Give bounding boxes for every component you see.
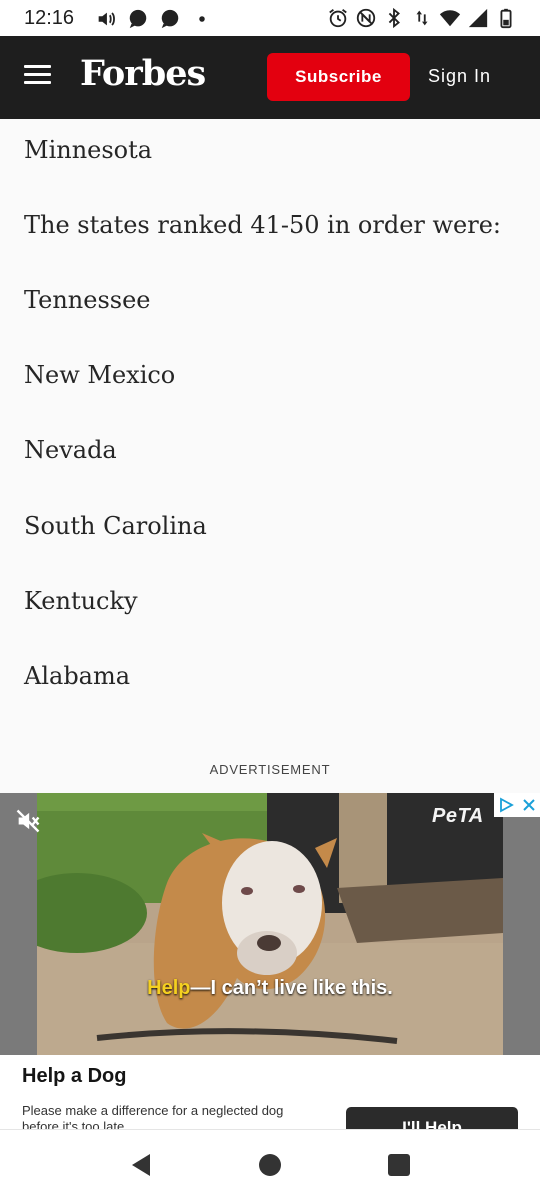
ad-title[interactable]: Help a Dog [22, 1065, 126, 1088]
article-paragraph: Kentucky [24, 587, 138, 615]
article-paragraph: Tennessee [24, 286, 151, 314]
wifi-icon [438, 6, 462, 30]
dot-icon [190, 7, 214, 31]
article-paragraph: South Carolina [24, 512, 207, 540]
back-icon[interactable] [128, 1152, 154, 1178]
close-ad-icon[interactable] [521, 797, 537, 813]
article-paragraph: Alabama [24, 662, 131, 690]
ad-cta-button[interactable]: I'll Help [346, 1107, 518, 1129]
system-icons [326, 6, 518, 30]
ad-footer[interactable]: Help a Dog Please make a difference for … [0, 1055, 540, 1129]
article-paragraph: New Mexico [24, 361, 176, 389]
nfc-icon [354, 6, 378, 30]
chat-bubble-icon [158, 7, 182, 31]
battery-icon [494, 6, 518, 30]
system-nav-bar [0, 1129, 540, 1200]
site-header: Forbes Subscribe Sign In [0, 36, 540, 119]
notification-icons [94, 7, 214, 31]
data-arrows-icon [410, 6, 434, 30]
recents-icon[interactable] [386, 1152, 412, 1178]
forbes-logo[interactable]: Forbes [80, 53, 206, 94]
subscribe-button[interactable]: Subscribe [267, 53, 410, 101]
hamburger-menu-icon[interactable] [24, 65, 52, 87]
sign-in-link[interactable]: Sign In [428, 66, 491, 87]
caption-highlight: Help [147, 977, 191, 999]
ad-description: Please make a difference for a neglected… [22, 1103, 284, 1129]
alarm-icon [326, 6, 350, 30]
status-bar: 12:16 [0, 0, 540, 36]
peta-logo: PeTA [432, 805, 484, 827]
volume-icon [94, 7, 118, 31]
video-caption: Help—I can’t live like this. [0, 977, 540, 1000]
bluetooth-icon [382, 6, 406, 30]
mute-icon[interactable] [14, 807, 42, 835]
ad-video[interactable]: PeTA Help—I can’t live like this. [0, 793, 540, 1055]
ad-video-frame [37, 793, 503, 1055]
article-paragraph: Minnesota [24, 136, 153, 164]
advertisement-label: ADVERTISEMENT [209, 762, 331, 777]
adchoices-badge[interactable] [494, 793, 540, 817]
article-paragraph: Nevada [24, 436, 117, 464]
signal-icon [466, 6, 490, 30]
article-paragraph: The states ranked 41-50 in order were: [24, 211, 502, 239]
adchoices-icon[interactable] [498, 797, 514, 813]
home-icon[interactable] [257, 1152, 283, 1178]
status-time: 12:16 [24, 7, 75, 29]
caption-text: —I can’t live like this. [190, 977, 393, 999]
chat-bubble-icon [126, 7, 150, 31]
